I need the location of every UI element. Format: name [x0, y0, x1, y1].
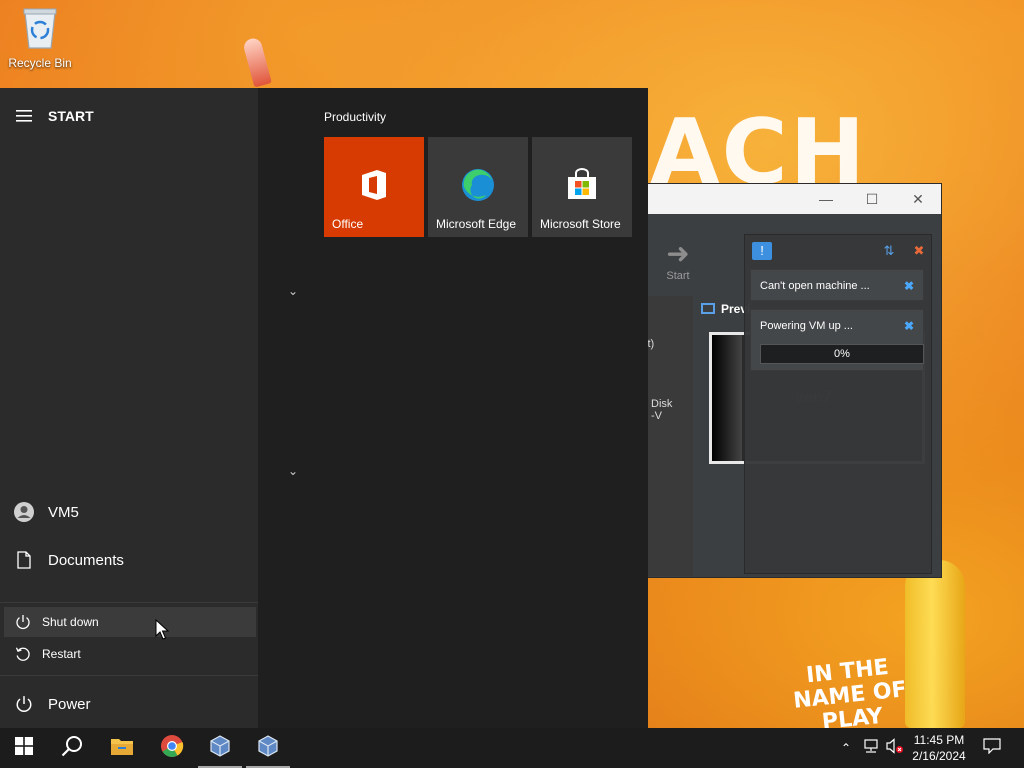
start-header[interactable]: START [0, 94, 258, 138]
mouse-cursor-icon [155, 619, 169, 640]
wallpaper-bottle [905, 560, 965, 728]
preview-section-title: Previ [701, 302, 750, 316]
dismiss-all-icon[interactable]: ✖ [909, 242, 929, 260]
maximize-button[interactable]: ☐ [849, 184, 895, 214]
sort-icon[interactable]: ⇅ [879, 242, 899, 260]
minimize-button[interactable]: — [803, 184, 849, 214]
power-icon [4, 614, 42, 630]
power-label: Power [48, 695, 91, 713]
avatar [0, 501, 48, 523]
power-flyout: Shut down Restart [0, 602, 258, 676]
network-icon [863, 738, 879, 758]
start-header-label: START [48, 108, 94, 124]
tile-group-title[interactable]: Productivity [324, 110, 386, 124]
start-menu: START VM5 Documents Shut down Restart Po… [0, 88, 648, 728]
notification-icon [983, 737, 1001, 759]
user-name: VM5 [48, 503, 79, 521]
virtualbox-button[interactable] [244, 728, 292, 768]
chevron-down-icon[interactable]: ⌄ [288, 284, 298, 298]
recycle-bin-label: Recycle Bin [8, 56, 72, 70]
chevron-up-icon: ⌃ [840, 741, 852, 755]
restart-icon [4, 646, 42, 662]
chrome-icon [160, 734, 184, 763]
network-button[interactable] [860, 728, 882, 768]
chrome-button[interactable] [148, 728, 196, 768]
close-button[interactable]: ✕ [895, 184, 941, 214]
power-icon [0, 695, 48, 713]
virtualbox-icon [256, 734, 280, 763]
tile-label: Microsoft Store [540, 217, 621, 231]
taskbar: ⌃ 11:45 PM 2/16/2024 [0, 728, 1024, 768]
start-rail: START VM5 Documents Shut down Restart Po… [0, 88, 258, 728]
restart-option[interactable]: Restart [4, 639, 256, 669]
virtualbox-icon [208, 734, 232, 763]
office-tile[interactable]: Office [324, 137, 424, 237]
volume-button[interactable] [884, 728, 906, 768]
edge-icon [460, 167, 496, 203]
microsoft-edge-tile[interactable]: Microsoft Edge [428, 137, 528, 237]
search-button[interactable] [48, 728, 96, 768]
close-icon[interactable]: ✖ [904, 319, 914, 333]
volume-muted-icon [886, 737, 904, 759]
action-center-button[interactable] [976, 728, 1008, 768]
close-icon[interactable]: ✖ [904, 279, 914, 293]
search-icon [61, 735, 83, 762]
progress-bar: 0% [760, 344, 924, 364]
store-icon [564, 167, 600, 203]
file-explorer-icon [110, 736, 134, 761]
start-arrow-icon: ➜ [666, 238, 690, 269]
documents-item[interactable]: Documents [0, 538, 258, 582]
message-icon[interactable]: ! [752, 242, 772, 260]
office-icon [356, 167, 392, 203]
clock-date: 2/16/2024 [912, 749, 966, 763]
wallpaper-slogan: IN THE NAME OF PLAY [792, 654, 908, 728]
notification-card: Powering VM up ... ✖ 0% [750, 309, 924, 371]
window-titlebar[interactable]: — ☐ ✕ [631, 184, 941, 214]
tile-label: Office [332, 217, 364, 231]
user-account[interactable]: VM5 [0, 490, 258, 534]
wallpaper-rocket [242, 36, 272, 88]
power-button[interactable]: Power [0, 682, 258, 726]
document-icon [0, 551, 48, 569]
detail-line: Disk [651, 398, 673, 410]
start-vm-label: Start [666, 270, 690, 282]
notification-center: ! ⇅ ✖ Can't open machine ... ✖ Powering … [744, 234, 932, 574]
hamburger-icon[interactable] [0, 110, 48, 122]
virtualbox-button[interactable] [196, 728, 244, 768]
recycle-bin-icon [21, 6, 59, 50]
tile-label: Microsoft Edge [436, 217, 517, 231]
file-explorer-button[interactable] [98, 728, 146, 768]
shut-down-label: Shut down [42, 615, 99, 629]
detail-line: -V [651, 410, 662, 422]
monitor-icon [701, 303, 715, 314]
restart-label: Restart [42, 647, 81, 661]
recycle-bin-shortcut[interactable]: Recycle Bin [4, 6, 76, 70]
preview-screen [712, 335, 742, 461]
start-button[interactable] [0, 728, 48, 768]
chevron-down-icon[interactable]: ⌄ [288, 464, 298, 478]
clock-time: 11:45 PM [913, 733, 965, 747]
show-hidden-icons-button[interactable]: ⌃ [836, 728, 856, 768]
start-vm-button[interactable]: ➜ Start [657, 238, 699, 282]
shut-down-option[interactable]: Shut down [4, 607, 256, 637]
documents-label: Documents [48, 551, 124, 569]
progress-text: 0% [834, 348, 850, 360]
notification-card: Can't open machine ... ✖ [750, 269, 924, 301]
notification-message: Can't open machine ... [760, 280, 870, 292]
microsoft-store-tile[interactable]: Microsoft Store [532, 137, 632, 237]
clock[interactable]: 11:45 PM 2/16/2024 [906, 732, 972, 764]
windows-logo-icon [15, 736, 33, 760]
notification-message: Powering VM up ... [760, 320, 853, 332]
